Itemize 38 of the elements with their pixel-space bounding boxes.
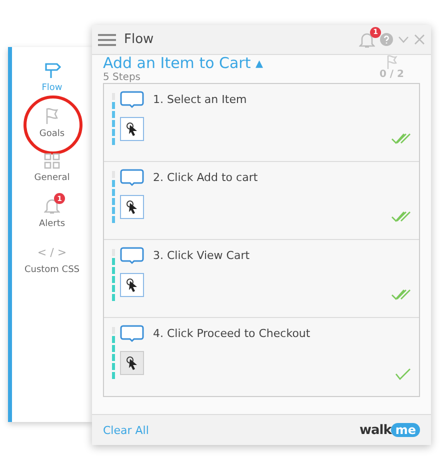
step-label: 4. Click Proceed to Checkout	[152, 326, 312, 342]
cursor-button[interactable]	[120, 117, 144, 141]
cursor-button[interactable]	[120, 351, 144, 375]
step-row[interactable]: 1. Select an Item	[104, 84, 419, 162]
double-check-icon	[391, 133, 411, 145]
sidebar-item[interactable]: General	[32, 149, 72, 183]
speech-bubble-icon	[120, 325, 144, 343]
grid-icon	[44, 153, 60, 169]
step-row[interactable]: 3. Click View Cart	[104, 240, 419, 318]
step-row[interactable]: 2. Click Add to cart	[104, 162, 419, 240]
code-icon: < / >	[37, 243, 67, 261]
check-icon	[395, 368, 411, 380]
menu-icon[interactable]	[98, 32, 116, 46]
step-label: 2. Click Add to cart	[152, 170, 259, 186]
speech-bubble-icon	[120, 91, 144, 109]
bell-icon	[44, 197, 60, 215]
panel-title: Flow	[124, 32, 155, 47]
signpost-icon	[42, 61, 61, 79]
step-label: 1. Select an Item	[152, 92, 248, 108]
cursor-icon	[126, 278, 138, 292]
step-row[interactable]: 4. Click Proceed to Checkout	[104, 318, 419, 396]
cursor-button[interactable]	[120, 195, 144, 219]
flag-icon	[386, 55, 398, 69]
cursor-icon	[126, 200, 138, 214]
speech-bubble-icon	[120, 247, 144, 265]
cursor-button[interactable]	[120, 273, 144, 297]
help-icon[interactable]	[380, 33, 393, 46]
steps-count: 5 Steps	[103, 72, 142, 83]
speech-bubble-icon	[120, 169, 144, 187]
cursor-icon	[126, 122, 138, 136]
double-check-icon	[391, 211, 411, 223]
sidebar-item[interactable]: < / > Custom CSS	[22, 239, 82, 275]
double-check-icon	[391, 289, 411, 301]
walkme-logo: walk me	[359, 422, 420, 438]
cursor-icon	[126, 356, 138, 370]
bell-icon[interactable]	[359, 30, 375, 48]
step-label: 3. Click View Cart	[152, 248, 251, 264]
flag-icon	[44, 107, 60, 125]
